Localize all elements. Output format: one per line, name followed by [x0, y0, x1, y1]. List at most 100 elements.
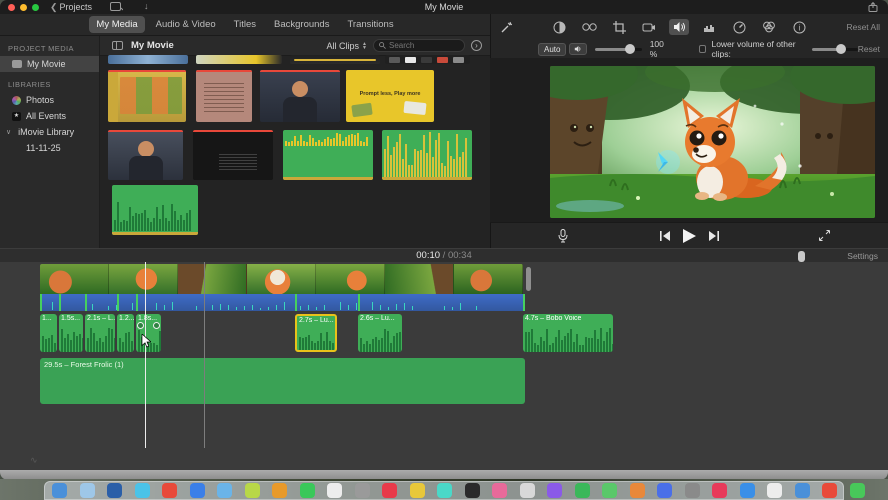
info-icon[interactable]: i: [789, 19, 809, 35]
chevron-down-icon[interactable]: ∨: [6, 128, 11, 136]
fade-handle[interactable]: [153, 322, 160, 329]
dock-app-icon[interactable]: [492, 483, 507, 498]
fullscreen-icon[interactable]: [819, 230, 830, 241]
dock-app-icon[interactable]: [299, 483, 315, 498]
crop-icon[interactable]: [609, 19, 629, 35]
volume-slider-knob[interactable]: [625, 43, 636, 54]
dock-app-icon[interactable]: [602, 483, 617, 498]
dock-app-icon[interactable]: [657, 483, 672, 498]
tab-transitions[interactable]: Transitions: [340, 16, 400, 33]
dock-app-icon[interactable]: [79, 483, 95, 498]
sidebar-item-my-movie[interactable]: My Movie: [0, 56, 99, 72]
audio-clip[interactable]: 2.7s – Lu...: [295, 314, 337, 352]
thumb-presenter-2[interactable]: [108, 130, 183, 180]
video-clip-audio-strip[interactable]: [40, 294, 525, 311]
share-icon[interactable]: [868, 2, 878, 12]
thumb-presenter[interactable]: [260, 70, 340, 122]
thumb-partial-4[interactable]: [385, 55, 470, 64]
dock-app-icon[interactable]: [162, 483, 177, 498]
tab-my-media[interactable]: My Media: [89, 16, 145, 33]
timeline-zoom-knob[interactable]: [798, 251, 805, 262]
reset-button[interactable]: Reset: [858, 44, 880, 54]
dock-app-icon[interactable]: [464, 483, 480, 498]
dock-app-icon[interactable]: [574, 483, 590, 498]
playhead[interactable]: [145, 262, 146, 448]
thumb-yellow-slide[interactable]: Prompt less, Play more: [346, 70, 434, 122]
play-button[interactable]: [683, 228, 696, 243]
thumb-document[interactable]: [196, 70, 252, 122]
dock-app-icon[interactable]: [244, 483, 260, 498]
clip-filter-icon[interactable]: [759, 19, 779, 35]
dock-app-icon[interactable]: [327, 483, 342, 498]
dock-app-icon[interactable]: [382, 483, 397, 498]
dock-app-icon[interactable]: [767, 483, 782, 498]
recents-icon[interactable]: ›: [471, 40, 482, 51]
color-balance-icon[interactable]: [549, 19, 569, 35]
dock-app-icon[interactable]: [217, 483, 232, 498]
magic-wand-icon[interactable]: [496, 19, 516, 35]
color-correction-icon[interactable]: [579, 19, 599, 35]
sidebar-toggle-icon[interactable]: [112, 41, 123, 50]
auto-volume-button[interactable]: Auto: [538, 42, 567, 56]
stabilization-icon[interactable]: [639, 19, 659, 35]
dock-app-icon[interactable]: [822, 483, 837, 498]
dock-app-icon[interactable]: [354, 483, 370, 498]
clip-filter-dropdown[interactable]: All Clips ▲ ▼: [327, 41, 367, 51]
volume-slider[interactable]: [595, 43, 642, 54]
tab-titles[interactable]: Titles: [227, 16, 263, 33]
audio-clip[interactable]: 2.1s – L...: [85, 314, 115, 352]
audio-clip[interactable]: 1.5s...: [59, 314, 83, 352]
thumb-dark-screen[interactable]: [193, 130, 273, 180]
dock-app-icon[interactable]: [712, 483, 727, 498]
dock-app-icon[interactable]: [547, 483, 562, 498]
dock-app-icon[interactable]: [409, 483, 425, 498]
search-box[interactable]: [373, 39, 465, 52]
audio-clip[interactable]: 2.6s – Lu...: [358, 314, 402, 352]
lower-volume-slider-knob[interactable]: [835, 43, 846, 54]
dock-app-icon[interactable]: [739, 483, 755, 498]
dock-app-icon[interactable]: [629, 483, 645, 498]
thumb-partial-2[interactable]: [196, 55, 282, 64]
thumb-audio-clip-2[interactable]: [382, 130, 472, 180]
dock-app-icon[interactable]: [272, 483, 287, 498]
dock-app-icon[interactable]: [684, 483, 700, 498]
sidebar-item-all-events[interactable]: ★ All Events: [0, 108, 99, 124]
lower-volume-checkbox[interactable]: [699, 45, 707, 53]
voiceover-mic-icon[interactable]: [558, 228, 568, 243]
dock-app-icon[interactable]: [189, 483, 205, 498]
video-clip-filmstrip[interactable]: [40, 264, 523, 294]
timeline-settings-button[interactable]: Settings: [847, 251, 878, 261]
audio-clip[interactable]: 1.2...: [117, 314, 134, 352]
dock-app-icon[interactable]: [52, 483, 67, 498]
search-input[interactable]: [389, 41, 453, 50]
dock-app-icon[interactable]: [849, 483, 865, 498]
dock-app-icon[interactable]: [519, 483, 535, 498]
thumb-screen-recording[interactable]: [108, 70, 186, 122]
thumb-audio-clip-3[interactable]: [112, 185, 198, 235]
audio-clip[interactable]: 4.7s – Bobo Voice: [523, 314, 613, 352]
tab-audio-video[interactable]: Audio & Video: [149, 16, 223, 33]
mute-button[interactable]: [569, 43, 588, 55]
speed-icon[interactable]: [729, 19, 749, 35]
timeline-end-handle[interactable]: [526, 267, 531, 291]
dock-app-icon[interactable]: [107, 483, 122, 498]
sidebar-item-11-11-25[interactable]: 11-11-25: [0, 140, 99, 156]
tab-backgrounds[interactable]: Backgrounds: [267, 16, 336, 33]
thumb-partial-1[interactable]: [108, 55, 188, 64]
dock-app-icon[interactable]: [437, 483, 452, 498]
background-music-clip[interactable]: 29.5s – Forest Frolic (1): [40, 358, 525, 404]
sidebar-item-photos[interactable]: Photos: [0, 92, 99, 108]
thumb-partial-3[interactable]: [290, 55, 380, 64]
fade-handle[interactable]: [137, 322, 144, 329]
previous-frame-icon[interactable]: [660, 230, 671, 241]
thumb-audio-clip-1[interactable]: [283, 130, 373, 180]
dock-app-icon[interactable]: [134, 483, 150, 498]
dock-app-icon[interactable]: [794, 483, 810, 498]
noise-reduction-icon[interactable]: [699, 19, 719, 35]
sidebar-item-imovie-library[interactable]: ∨ iMovie Library: [0, 124, 99, 140]
next-frame-icon[interactable]: [708, 230, 719, 241]
volume-icon[interactable]: [669, 19, 689, 35]
reset-all-button[interactable]: Reset All: [846, 22, 880, 32]
lower-volume-slider[interactable]: [811, 43, 858, 54]
audio-clip[interactable]: 1...: [40, 314, 57, 352]
